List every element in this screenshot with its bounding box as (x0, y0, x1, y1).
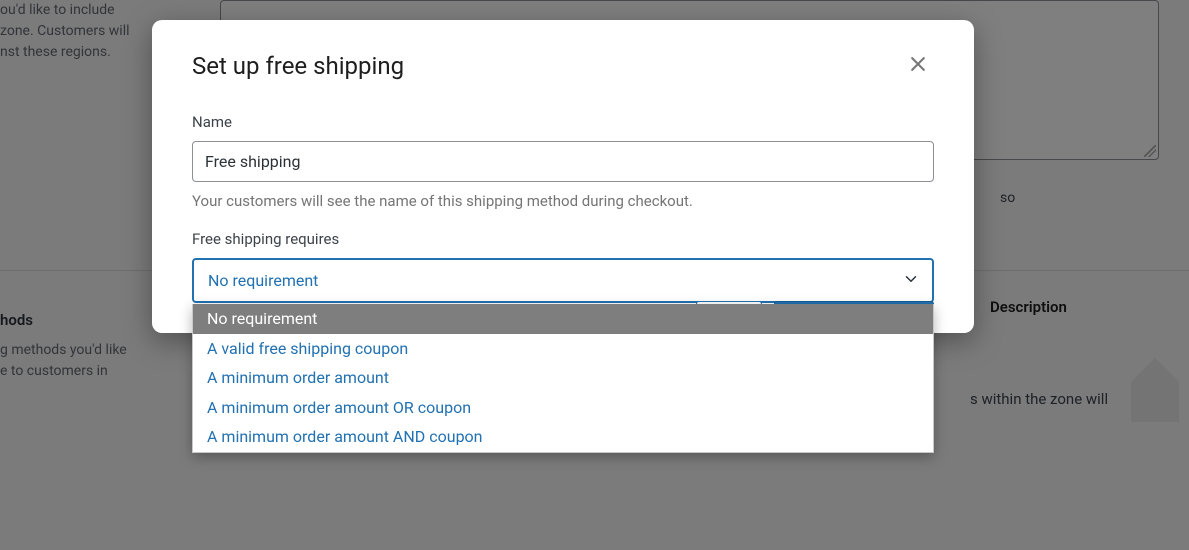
option-min-or-coupon[interactable]: A minimum order amount OR coupon (193, 393, 933, 423)
option-min-amount[interactable]: A minimum order amount (193, 363, 933, 393)
requires-selected-value: No requirement (208, 271, 318, 290)
option-min-and-coupon[interactable]: A minimum order amount AND coupon (193, 422, 933, 452)
option-no-requirement[interactable]: No requirement (193, 304, 933, 334)
close-icon (908, 54, 928, 77)
free-shipping-modal: Set up free shipping Name Your customers… (152, 20, 974, 333)
modal-title: Set up free shipping (192, 52, 404, 80)
name-help-text: Your customers will see the name of this… (192, 192, 934, 210)
name-input[interactable] (192, 141, 934, 182)
requires-label: Free shipping requires (192, 230, 934, 248)
name-field-group: Name Your customers will see the name of… (192, 113, 934, 210)
name-label: Name (192, 113, 934, 131)
requires-field-group: Free shipping requires No requirement No… (192, 230, 934, 303)
requires-dropdown: No requirement A valid free shipping cou… (192, 304, 934, 453)
close-button[interactable] (902, 48, 934, 83)
option-valid-coupon[interactable]: A valid free shipping coupon (193, 334, 933, 364)
requires-select[interactable]: No requirement (192, 258, 934, 303)
